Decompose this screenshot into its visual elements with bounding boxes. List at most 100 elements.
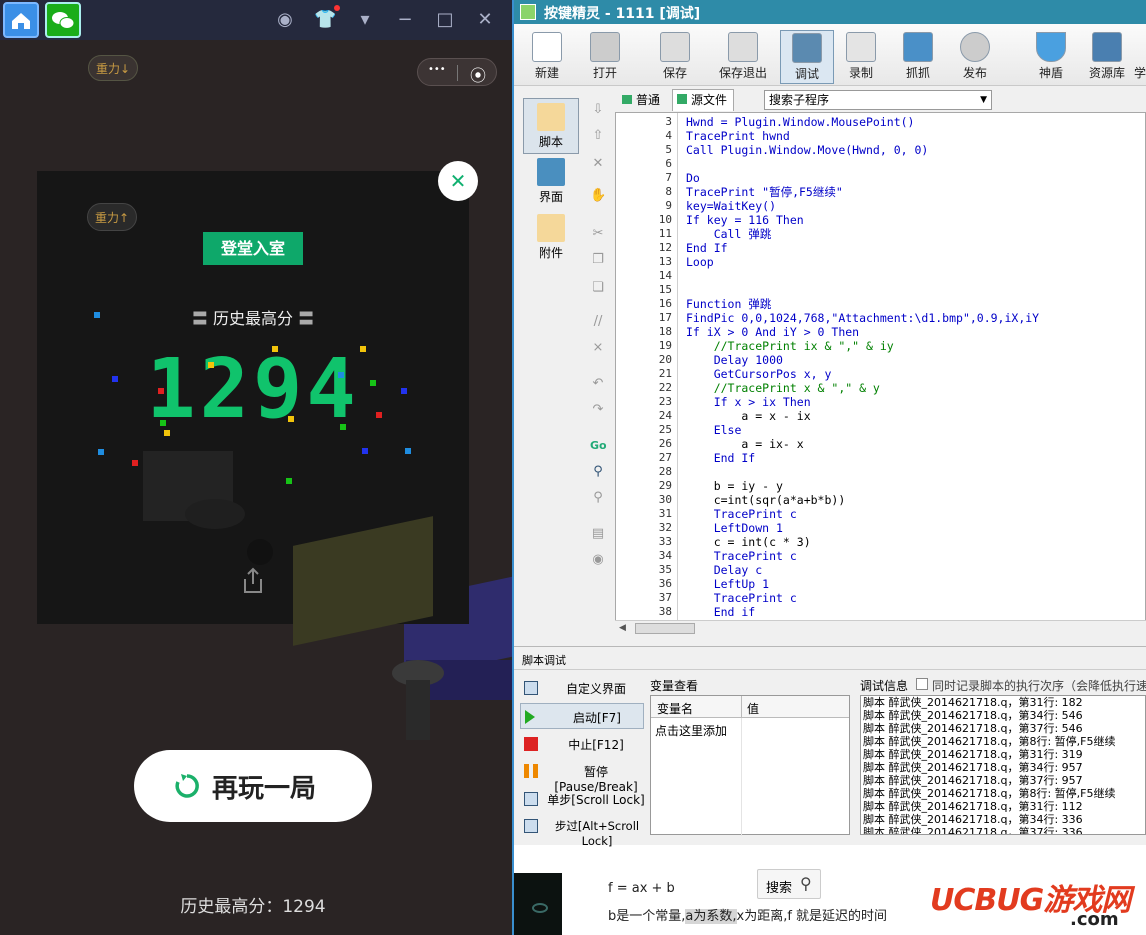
- menu-dropdown-icon[interactable]: ▾: [354, 9, 376, 31]
- dialog-close-button[interactable]: ✕: [438, 161, 478, 201]
- subroutine-search-select[interactable]: 搜索子程序 ▼: [764, 90, 992, 110]
- variable-table[interactable]: 变量名 值 点击这里添加: [650, 695, 850, 836]
- code-line[interactable]: FindPic 0,0,1024,768,"Attachment:\d1.bmp…: [686, 311, 1039, 325]
- delete-icon[interactable]: ✕: [590, 156, 606, 172]
- code-line[interactable]: If key = 116 Then: [686, 213, 804, 227]
- miniprogram-capsule[interactable]: ••• ⦿: [417, 58, 497, 86]
- code-editor[interactable]: 3 4 5 6 7 8 9 10 11 12 13 14 15 16 17 18 19 20 21 22 23 24 25 2…: [615, 112, 1146, 636]
- code-line[interactable]: Call Plugin.Window.Move(Hwnd, 0, 0): [686, 143, 928, 157]
- emulator-window: ◉ 👕 ▾ − □ ✕ 重力↓ ••• ⦿ 重力↑ 登堂入室 〓 历史最高分 〓…: [0, 0, 512, 935]
- hand-icon[interactable]: ✋: [590, 188, 606, 204]
- record-order-checkbox[interactable]: [916, 678, 928, 690]
- code-line[interactable]: TracePrint c: [686, 549, 797, 563]
- redo-icon[interactable]: ↷: [590, 402, 606, 418]
- maximize-icon[interactable]: □: [434, 9, 456, 31]
- code-line[interactable]: Else: [686, 423, 742, 437]
- debug-icon: [792, 33, 822, 63]
- code-line[interactable]: GetCursorPos x, y: [686, 367, 832, 381]
- editor-tabs: 普通 源文件 搜索子程序 ▼: [618, 88, 1146, 112]
- view-icon[interactable]: ◉: [590, 552, 606, 568]
- save-button[interactable]: 保存: [648, 30, 702, 84]
- code-line[interactable]: Do: [686, 171, 700, 185]
- code-line[interactable]: b = iy - y: [686, 479, 783, 493]
- code-line[interactable]: TracePrint c: [686, 507, 797, 521]
- step-button[interactable]: 单步[Scroll Lock]: [520, 786, 645, 812]
- target-close-icon[interactable]: ⦿: [470, 62, 486, 86]
- code-line[interactable]: key=WaitKey(): [686, 199, 776, 213]
- paste-icon[interactable]: ❏: [590, 280, 606, 296]
- scroll-left-icon[interactable]: ◀: [619, 623, 626, 633]
- code-line[interactable]: Delay 1000: [686, 353, 783, 367]
- find-icon[interactable]: ⚲: [590, 464, 606, 480]
- line-number: 22: [658, 381, 672, 394]
- tab-source[interactable]: 源文件: [672, 89, 734, 111]
- close-icon[interactable]: ✕: [474, 9, 496, 31]
- stop-button[interactable]: 中止[F12]: [520, 731, 644, 757]
- move-down-icon[interactable]: ⇩: [590, 102, 606, 118]
- custom-ui-button[interactable]: 自定义界面: [520, 675, 644, 701]
- play-again-button[interactable]: 再玩一局: [134, 750, 372, 822]
- copy-icon[interactable]: ❐: [590, 252, 606, 268]
- open-button[interactable]: 打开: [578, 30, 632, 84]
- code-line[interactable]: a = ix- x: [686, 437, 803, 451]
- minimize-icon[interactable]: −: [394, 9, 416, 31]
- code-line[interactable]: TracePrint hwnd: [686, 129, 790, 143]
- code-line[interactable]: Function 弹跳: [686, 297, 771, 311]
- code-line[interactable]: a = x - ix: [686, 409, 810, 423]
- more-dots-icon[interactable]: •••: [428, 64, 446, 75]
- wechat-app[interactable]: [45, 2, 81, 38]
- code-line[interactable]: LeftDown 1: [686, 521, 783, 535]
- attachment-tab[interactable]: 附件: [523, 210, 579, 266]
- code-line[interactable]: Delay c: [686, 563, 762, 577]
- goto-icon[interactable]: Go: [590, 438, 607, 454]
- shield-button[interactable]: 神盾: [1024, 30, 1078, 84]
- properties-icon[interactable]: ▤: [590, 526, 606, 542]
- code-line[interactable]: c=int(sqr(a*a+b*b)): [686, 493, 846, 507]
- search-button[interactable]: 搜索 ⚲: [757, 869, 821, 899]
- record-button[interactable]: 录制: [834, 30, 888, 84]
- resource-button[interactable]: 资源库: [1080, 30, 1134, 84]
- account-icon[interactable]: ◉: [274, 9, 296, 31]
- shirt-icon[interactable]: 👕: [314, 9, 336, 31]
- script-tab[interactable]: 脚本: [523, 98, 579, 154]
- debug-log[interactable]: 脚本 醉武侠_2014621718.q，第31行: 182 脚本 醉武侠_2014…: [860, 695, 1146, 835]
- code-line[interactable]: End If: [686, 241, 728, 255]
- code-line[interactable]: Hwnd = Plugin.Window.MousePoint(): [686, 115, 914, 129]
- new-button[interactable]: 新建: [520, 30, 574, 84]
- enter-room-button[interactable]: 登堂入室: [203, 232, 303, 265]
- code-line[interactable]: End if: [686, 605, 756, 619]
- comment-icon[interactable]: //: [590, 314, 606, 330]
- save-exit-button[interactable]: 保存退出: [714, 30, 772, 84]
- move-up-icon[interactable]: ⇧: [590, 128, 606, 144]
- step-over-button[interactable]: 步过[Alt+Scroll Lock]: [520, 813, 644, 848]
- pause-button[interactable]: 暂停[Pause/Break]: [520, 758, 644, 794]
- undo-icon[interactable]: ↶: [590, 376, 606, 392]
- replace-icon[interactable]: ⚲: [590, 490, 606, 506]
- publish-button[interactable]: 发布: [948, 30, 1002, 84]
- add-variable-row[interactable]: 点击这里添加: [655, 722, 727, 739]
- scroll-thumb[interactable]: [635, 623, 695, 634]
- horizontal-scrollbar[interactable]: ◀: [615, 620, 1146, 636]
- ui-tab[interactable]: 界面: [523, 154, 579, 210]
- share-icon[interactable]: [241, 567, 265, 595]
- code-line[interactable]: End If: [686, 451, 756, 465]
- learn-button[interactable]: 学: [1134, 30, 1146, 84]
- capture-button[interactable]: 抓抓: [891, 30, 945, 84]
- code-line[interactable]: Loop: [686, 255, 714, 269]
- code-line[interactable]: c = int(c * 3): [686, 535, 811, 549]
- code-line[interactable]: If x > ix Then: [686, 395, 811, 409]
- code-line[interactable]: Call 弹跳: [686, 227, 772, 241]
- uncomment-icon[interactable]: ⨯: [590, 340, 606, 356]
- code-line[interactable]: TracePrint "暂停,F5继续": [686, 185, 843, 199]
- code-line[interactable]: If iX > 0 And iY > 0 Then: [686, 325, 859, 339]
- start-button[interactable]: 启动[F7]: [520, 703, 644, 729]
- replay-icon: [175, 774, 199, 798]
- code-line[interactable]: //TracePrint x & "," & y: [686, 381, 880, 395]
- tab-normal[interactable]: 普通: [618, 90, 668, 110]
- code-line[interactable]: //TracePrint ix & "," & iy: [686, 339, 894, 353]
- code-line[interactable]: TracePrint c: [686, 591, 797, 605]
- emulator-home-app[interactable]: [3, 2, 39, 38]
- code-line[interactable]: LeftUp 1: [686, 577, 769, 591]
- cut-icon[interactable]: ✂: [590, 226, 606, 242]
- debug-button[interactable]: 调试: [780, 30, 834, 84]
